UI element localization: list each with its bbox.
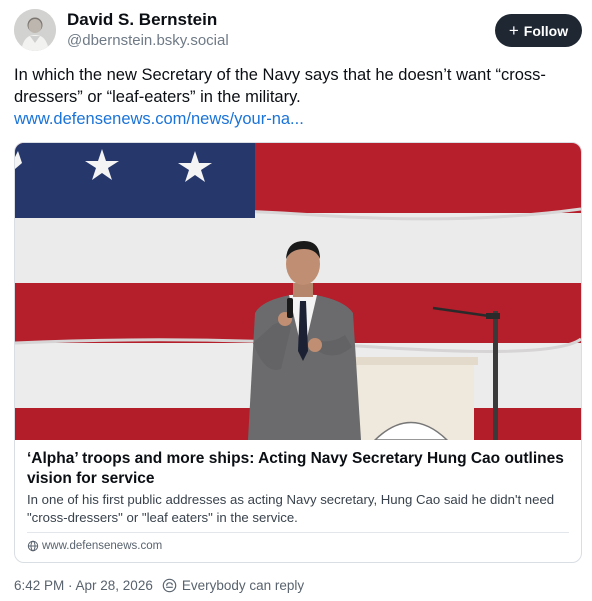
link-card[interactable]: ‘Alpha’ troops and more ships: Acting Na… [14,142,582,563]
follow-button[interactable]: + Follow [495,14,582,47]
post-text: In which the new Secretary of the Navy s… [14,66,546,106]
link-card-domain: www.defensenews.com [42,540,163,552]
post-footer: 6:42 PM · Apr 28, 2026 Everybody can rep… [14,578,304,593]
post-timestamp[interactable]: 6:42 PM · Apr 28, 2026 [14,578,153,593]
follow-label: Follow [523,22,569,39]
avatar[interactable] [14,9,56,51]
link-card-title: ‘Alpha’ troops and more ships: Acting Na… [27,450,564,487]
post-link[interactable]: www.defensenews.com/news/your-na... [14,108,304,130]
reply-setting: Everybody can reply [162,578,304,593]
plus-icon: + [508,21,519,40]
globe-icon [27,540,39,552]
link-card-image [15,143,581,440]
post-header: David S. Bernstein @dbernstein.bsky.soci… [14,8,582,54]
reply-settings-icon [162,578,177,593]
link-card-divider [27,532,569,533]
reply-setting-label: Everybody can reply [181,578,305,593]
avatar-image [14,9,56,51]
author-handle[interactable]: @dbernstein.bsky.social [67,32,229,49]
link-card-description: In one of his first public addresses as … [27,492,555,525]
author-display-name[interactable]: David S. Bernstein [67,10,217,30]
link-card-domain-row: www.defensenews.com [27,540,162,552]
